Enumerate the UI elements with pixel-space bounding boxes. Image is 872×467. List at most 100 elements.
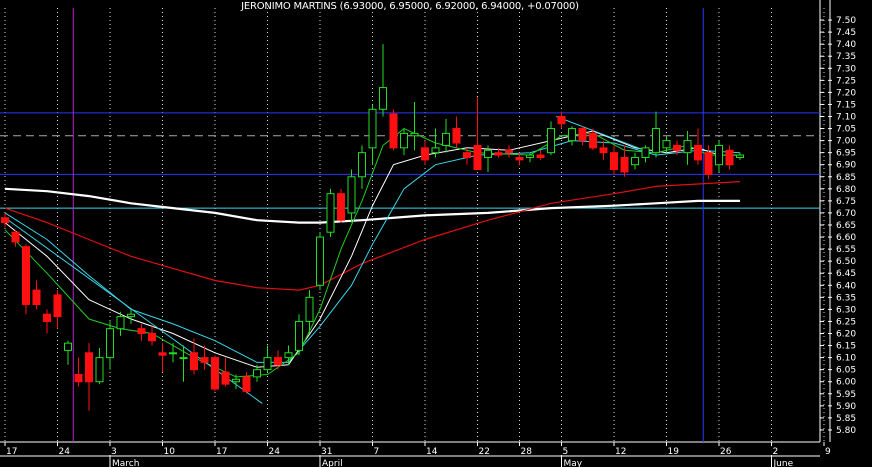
candle-body [43,313,51,322]
candle-body [158,352,167,356]
candle-body [526,154,534,158]
candle-body [148,333,156,342]
candle-body [137,328,146,334]
candle-body [190,352,198,371]
candle-body [631,156,639,166]
y-tick-label: 7.45 [836,28,856,38]
candle-body [515,156,524,161]
candle-body [557,116,566,125]
candle-body [683,140,692,154]
candle-body [169,352,177,355]
y-tick-label: 7.00 [836,137,856,147]
y-tick-label: 6.35 [836,293,856,303]
candle-body [11,231,20,243]
y-tick-label: 6.10 [836,354,856,364]
candle-body [95,357,104,383]
candle-body [662,140,671,149]
y-tick-label: 6.20 [836,330,856,340]
candle-body [410,132,419,137]
candle-body [179,357,188,360]
candle-body [452,128,461,144]
candle-body [704,152,713,175]
candle-body [347,176,356,214]
y-tick-label: 6.50 [836,257,856,267]
candle-body [200,357,209,363]
candle-body [641,147,650,158]
candle-body [652,128,660,154]
y-tick-label: 6.95 [836,149,856,159]
y-tick-label: 6.30 [836,305,856,315]
candle-body [64,342,72,351]
candle-body [494,152,503,156]
candle-body [431,147,440,154]
y-tick-label: 7.20 [836,88,856,98]
candle-body [316,236,324,286]
candle-body [578,128,587,142]
y-tick-label: 7.10 [836,113,856,123]
candle-body [221,371,230,385]
candle-body [211,357,219,390]
x-tick-label: 9 [825,447,831,457]
candle-body [305,296,314,322]
y-tick-label: 6.80 [836,185,856,195]
candle-body [274,357,282,366]
y-tick-label: 6.15 [836,342,856,352]
moving-average-line [4,181,741,291]
candle-body [32,289,41,306]
candle-body [568,128,576,142]
candle-body [242,376,251,392]
y-tick-label: 7.25 [836,76,856,86]
candle-body [715,144,723,166]
candle-body [232,378,240,383]
y-tick-label: 6.45 [836,269,856,279]
candle-body [400,132,408,149]
candle-body [295,320,303,351]
candle-body [379,87,387,110]
y-tick-label: 6.70 [836,209,856,219]
candle-body [326,193,335,233]
y-tick-label: 6.25 [836,317,856,327]
candle-body [620,156,629,173]
candlestick-chart[interactable]: 7.50 7.45 7.40 7.35 7.30 7.25 7.20 7.15 7.10 7.05… [0,0,872,467]
y-tick-label: 6.40 [836,281,856,291]
y-tick-label: 6.65 [836,221,856,231]
candle-body [337,193,345,221]
candle-body [1,217,9,224]
y-tick-label: 7.15 [836,100,856,110]
y-tick-label: 7.05 [836,125,856,135]
moving-average-line [4,130,740,368]
y-tick-label: 6.00 [836,378,856,388]
candle-body [473,144,482,171]
candle-body [253,369,261,378]
y-tick-label: 6.05 [836,366,856,376]
candle-body [536,154,545,158]
month-label: June [773,459,794,467]
candle-body [505,149,513,154]
y-tick-label: 7.50 [836,16,856,26]
y-tick-label: 6.90 [836,161,856,171]
y-tick-label: 6.85 [836,173,856,183]
candle-body [610,152,618,171]
candle-body [725,149,734,166]
y-tick-label: 6.60 [836,233,856,243]
candle-body [736,154,744,158]
y-tick-label: 7.30 [836,64,856,74]
y-tick-label: 5.80 [836,426,856,436]
y-tick-label: 7.35 [836,52,856,62]
month-label: March [112,459,139,467]
candle-body [74,373,83,383]
candle-body [85,352,93,383]
candle-body [589,132,597,149]
y-tick-label: 6.55 [836,245,856,255]
candle-body [263,357,272,371]
candle-body [421,147,429,161]
y-tick-label: 7.40 [836,40,856,50]
candle-body [368,108,377,149]
candle-body [463,152,471,158]
candle-body [284,352,293,359]
month-label: May [564,459,583,467]
candle-body [599,147,608,154]
candle-body [127,313,135,318]
candle-body [22,246,30,306]
candle-body [694,144,702,161]
